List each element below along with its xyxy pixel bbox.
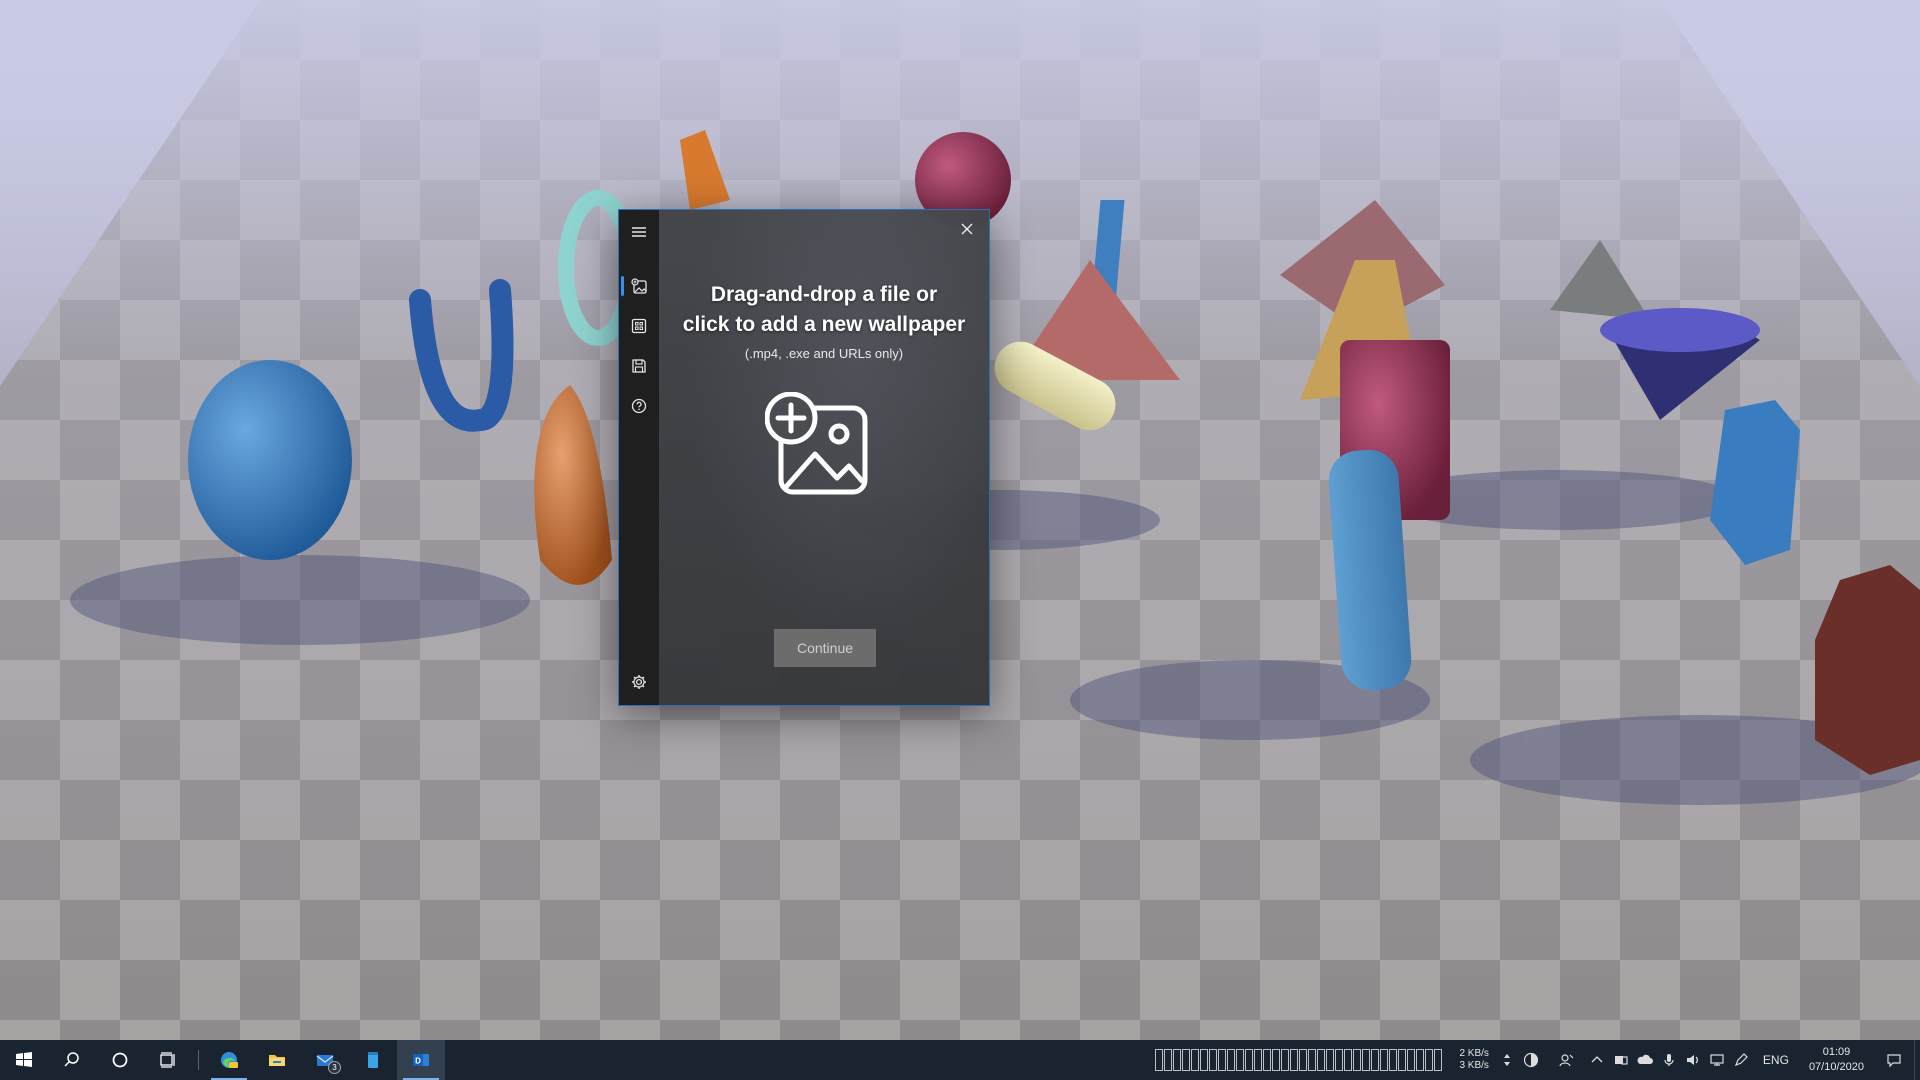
pen-icon[interactable]	[1729, 1040, 1753, 1080]
notification-center-icon[interactable]	[1874, 1040, 1914, 1080]
drop-title: Drag-and-drop a file or click to add a n…	[659, 280, 989, 340]
show-desktop-button[interactable]	[1914, 1040, 1920, 1080]
teams-icon[interactable]	[1609, 1040, 1633, 1080]
add-wallpaper-icon[interactable]	[619, 268, 659, 304]
clock[interactable]: 01:09 07/10/2020	[1799, 1045, 1874, 1075]
drop-title-line1: Drag-and-drop a file or	[710, 283, 938, 306]
tray-unrendered-glyphs	[1155, 1040, 1443, 1080]
save-icon[interactable]	[619, 348, 659, 384]
chevron-up-icon[interactable]	[1585, 1040, 1609, 1080]
close-button[interactable]	[953, 216, 981, 242]
drop-subtitle: (.mp4, .exe and URLs only)	[744, 346, 904, 361]
microphone-icon[interactable]	[1657, 1040, 1681, 1080]
clock-date: 07/10/2020	[1808, 1061, 1864, 1073]
drop-title-line2: click to add a new wallpaper	[682, 313, 966, 336]
start-icon[interactable]	[0, 1040, 48, 1080]
continue-button[interactable]: Continue	[774, 629, 876, 667]
volume-icon[interactable]	[1681, 1040, 1705, 1080]
task-view-icon[interactable]	[144, 1040, 192, 1080]
people-icon[interactable]	[1555, 1040, 1579, 1080]
cortana-icon[interactable]	[96, 1040, 144, 1080]
search-icon[interactable]	[48, 1040, 96, 1080]
file-explorer-icon[interactable]	[253, 1040, 301, 1080]
help-icon[interactable]	[619, 388, 659, 424]
wallpaper-app-window: Drag-and-drop a file or click to add a n…	[618, 209, 990, 706]
svg-text:D: D	[415, 1057, 421, 1066]
add-image-icon	[765, 392, 868, 495]
app-sidebar	[619, 210, 659, 705]
settings-icon[interactable]	[619, 664, 659, 700]
close-icon	[961, 223, 973, 235]
notepad-icon[interactable]	[349, 1040, 397, 1080]
library-icon[interactable]	[619, 308, 659, 344]
hamburger-menu-icon[interactable]	[619, 214, 659, 250]
app-main-panel: Drag-and-drop a file or click to add a n…	[659, 210, 989, 705]
network-icon[interactable]	[1705, 1040, 1729, 1080]
night-light-icon[interactable]	[1519, 1040, 1543, 1080]
system-tray: 2 KB/s 3 KB/s ENG 01:09 07/10/2020	[1155, 1040, 1920, 1080]
outlook-icon[interactable]: D	[397, 1040, 445, 1080]
input-language[interactable]: ENG	[1753, 1053, 1799, 1067]
file-drop-zone[interactable]: Drag-and-drop a file or click to add a n…	[659, 280, 989, 580]
mail-icon[interactable]: 3	[301, 1040, 349, 1080]
net-speed-arrows-icon	[1495, 1040, 1519, 1080]
net-down: 3 KB/s	[1459, 1060, 1489, 1071]
mail-badge: 3	[328, 1061, 341, 1074]
clock-time: 01:09	[1822, 1046, 1851, 1058]
net-up: 2 KB/s	[1459, 1048, 1489, 1059]
edge-canary-icon[interactable]	[205, 1040, 253, 1080]
onedrive-icon[interactable]	[1633, 1040, 1657, 1080]
network-speed: 2 KB/s 3 KB/s	[1459, 1048, 1488, 1072]
taskbar: 3 D 2 KB/s 3 KB/s ENG 01:09 07/10/2020	[0, 1040, 1920, 1080]
taskbar-separator	[198, 1050, 199, 1070]
